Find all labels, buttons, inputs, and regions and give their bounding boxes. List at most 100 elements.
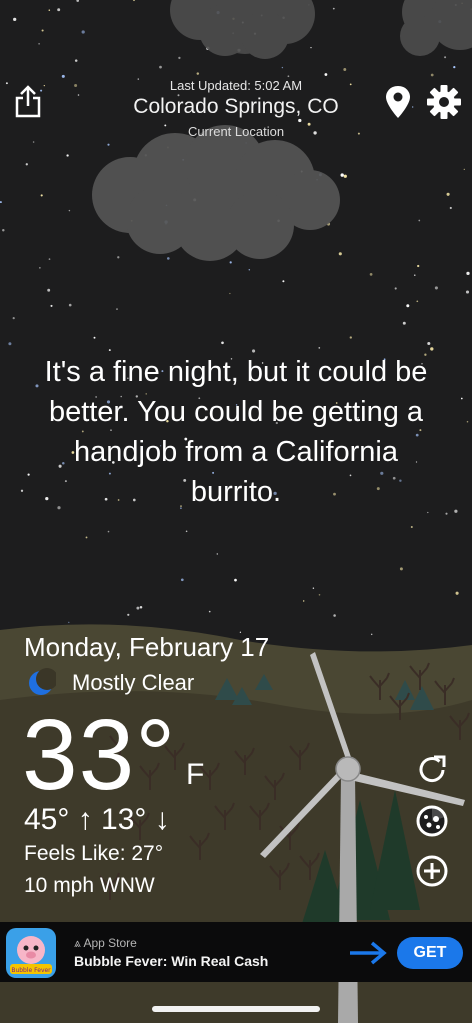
star (68, 621, 70, 624)
home-indicator[interactable] (152, 1006, 320, 1012)
star (25, 163, 28, 166)
ad-banner[interactable]: Bubble Fever ⩓ App Store Bubble Fever: W… (0, 922, 472, 982)
star (370, 633, 373, 636)
star (446, 192, 450, 196)
star (434, 286, 438, 290)
star (333, 614, 336, 617)
add-location-button[interactable] (414, 853, 450, 889)
star (444, 56, 447, 59)
star (2, 229, 5, 232)
star (427, 341, 431, 346)
star (416, 300, 419, 303)
feels-like: Feels Like: 27° (24, 842, 164, 865)
star (465, 290, 470, 294)
weather-quote: It's a fine night, but it could be bette… (44, 356, 428, 508)
star (166, 257, 170, 260)
star (38, 43, 40, 45)
moon-icon (26, 668, 58, 698)
star (12, 317, 15, 320)
add-circle-icon (416, 855, 448, 887)
star (20, 489, 24, 492)
star (454, 509, 458, 513)
get-button[interactable]: GET (397, 937, 463, 969)
star (0, 201, 2, 204)
star (460, 397, 463, 400)
star (399, 567, 403, 571)
star (185, 530, 188, 533)
svg-text:Bubble Fever: Bubble Fever (11, 967, 51, 974)
star (324, 73, 328, 76)
star (13, 17, 17, 22)
star (430, 73, 434, 77)
star (93, 336, 96, 339)
star (32, 141, 35, 143)
gear-icon (427, 85, 461, 119)
star (449, 206, 452, 210)
star (318, 347, 321, 349)
app-store-icon: ⩓ (74, 936, 81, 950)
star (81, 30, 85, 34)
star (85, 536, 88, 539)
star (418, 219, 421, 222)
star (417, 264, 420, 268)
star (127, 613, 130, 616)
location-mode: Current Location (187, 124, 285, 139)
star (338, 252, 342, 256)
star (178, 56, 181, 60)
star (234, 578, 237, 582)
high-low-temps: 45° ↑ 13° ↓ (24, 803, 170, 836)
star (180, 578, 184, 582)
refresh-icon (419, 755, 446, 783)
star (48, 9, 51, 11)
radar-button[interactable] (414, 803, 450, 839)
location-button[interactable] (382, 84, 414, 120)
star (343, 174, 347, 178)
radar-icon (416, 805, 448, 837)
star (349, 336, 352, 339)
star (463, 168, 465, 171)
star (68, 209, 71, 212)
refresh-button[interactable] (414, 752, 450, 788)
star (466, 271, 470, 276)
star (298, 118, 302, 123)
star (107, 530, 110, 533)
star (455, 591, 459, 595)
star (8, 342, 12, 346)
star (68, 303, 72, 307)
star (310, 46, 312, 49)
star (287, 75, 290, 78)
star (139, 606, 143, 609)
ad-app-icon[interactable]: Bubble Fever (6, 928, 56, 978)
star (282, 280, 285, 283)
star (430, 347, 434, 351)
star (117, 256, 120, 259)
star (108, 349, 111, 352)
condition-text: Mostly Clear (72, 670, 195, 695)
temperature-unit[interactable]: F (186, 758, 204, 792)
star (66, 154, 69, 157)
star (47, 288, 51, 292)
forecast-date: Monday, February 17 (24, 632, 270, 662)
star (116, 308, 118, 310)
star (41, 29, 44, 32)
wind-speed: 10 mph WNW (24, 874, 155, 897)
settings-button[interactable] (422, 82, 466, 122)
star (340, 173, 344, 177)
star (136, 606, 140, 610)
star (414, 274, 416, 276)
star (196, 72, 200, 75)
star (318, 594, 321, 596)
star (394, 287, 397, 290)
star (159, 65, 162, 69)
star (332, 7, 335, 10)
star (466, 420, 469, 423)
star (48, 258, 51, 260)
star (39, 267, 41, 269)
star (74, 59, 78, 62)
star (406, 304, 410, 308)
star (281, 66, 284, 69)
star (57, 8, 61, 12)
star (229, 292, 231, 295)
arrow-right-icon (348, 940, 388, 966)
star (221, 341, 224, 345)
